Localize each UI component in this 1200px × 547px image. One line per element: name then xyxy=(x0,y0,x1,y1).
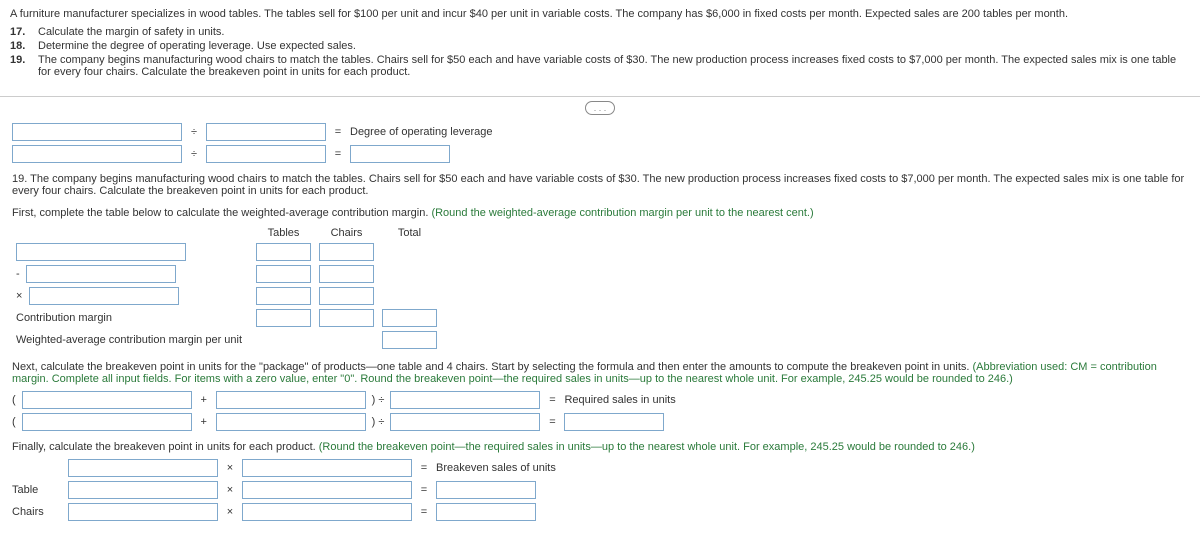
pkg-term1-select[interactable] xyxy=(22,391,192,409)
col-header-chairs: Chairs xyxy=(315,225,378,241)
equals-symbol: = xyxy=(418,462,430,474)
pkg-divisor-input[interactable] xyxy=(390,413,540,431)
lparen: ( xyxy=(12,394,16,406)
cm-input[interactable] xyxy=(382,309,437,327)
cm-row-times: × xyxy=(12,285,441,307)
question-row: 17. Calculate the margin of safety in un… xyxy=(10,26,1190,38)
pkg-formula-row-1: ( + ) ÷ = Required sales in units xyxy=(12,391,1188,409)
equals-symbol: = xyxy=(418,506,430,518)
cm-label: Contribution margin xyxy=(12,307,252,329)
cm-input[interactable] xyxy=(319,309,374,327)
equals-symbol: = xyxy=(332,148,344,160)
divide-symbol: ÷ xyxy=(188,148,200,160)
q19-restated: 19. The company begins manufacturing woo… xyxy=(12,173,1188,197)
chairs-factor2-input[interactable] xyxy=(242,503,412,521)
wacm-label: Weighted-average contribution margin per… xyxy=(12,329,252,351)
pager-pill[interactable]: . . . xyxy=(585,101,616,115)
question-number: 19. xyxy=(10,54,38,78)
dol-denominator-select[interactable] xyxy=(206,123,326,141)
dol-denominator-input[interactable] xyxy=(206,145,326,163)
problem-intro: A furniture manufacturer specializes in … xyxy=(10,8,1190,20)
table-label: Table xyxy=(12,484,62,496)
pkg-instructions: Next, calculate the breakeven point in u… xyxy=(12,361,1188,385)
final-factor2-select[interactable] xyxy=(242,459,412,477)
table-result-input[interactable] xyxy=(436,481,536,499)
question-text: Calculate the margin of safety in units. xyxy=(38,26,1190,38)
cm-instructions-hint: (Round the weighted-average contribution… xyxy=(431,207,813,219)
table-factor1-input[interactable] xyxy=(68,481,218,499)
cm-input[interactable] xyxy=(319,287,374,305)
cm-input[interactable] xyxy=(319,265,374,283)
cm-input[interactable] xyxy=(256,265,311,283)
divider xyxy=(0,96,1200,97)
scroll-area[interactable]: ÷ = Degree of operating leverage ÷ = 19.… xyxy=(0,123,1200,543)
pkg-instructions-main: Next, calculate the breakeven point in u… xyxy=(12,361,973,373)
question-row: 18. Determine the degree of operating le… xyxy=(10,40,1190,52)
cm-instructions: First, complete the table below to calcu… xyxy=(12,207,1188,219)
col-header-tables: Tables xyxy=(252,225,315,241)
final-instructions-main: Finally, calculate the breakeven point i… xyxy=(12,441,319,453)
cm-input[interactable] xyxy=(319,243,374,261)
table-factor2-input[interactable] xyxy=(242,481,412,499)
pkg-result-input[interactable] xyxy=(564,413,664,431)
pkg-divisor-select[interactable] xyxy=(390,391,540,409)
times-symbol: × xyxy=(224,484,236,496)
equals-symbol: = xyxy=(546,394,558,406)
col-header-total: Total xyxy=(378,225,441,241)
equals-symbol: = xyxy=(546,416,558,428)
question-text: Determine the degree of operating levera… xyxy=(38,40,1190,52)
cm-row-sale-price xyxy=(12,241,441,263)
pkg-result-label: Required sales in units xyxy=(564,394,675,406)
question-number: 17. xyxy=(10,26,38,38)
dol-row-2: ÷ = xyxy=(12,145,1188,163)
plus-symbol: + xyxy=(198,416,210,428)
equals-symbol: = xyxy=(332,126,344,138)
final-instructions-hint: (Round the breakeven point—the required … xyxy=(319,441,975,453)
rparen-div: ) ÷ xyxy=(372,394,385,406)
cm-row-contribution: Contribution margin xyxy=(12,307,441,329)
final-row-header: × = Breakeven sales of units xyxy=(12,459,1188,477)
equals-symbol: = xyxy=(418,484,430,496)
row-label-select[interactable] xyxy=(29,287,179,305)
divide-symbol: ÷ xyxy=(188,126,200,138)
dol-numerator-select[interactable] xyxy=(12,123,182,141)
question-number: 18. xyxy=(10,40,38,52)
final-row-chairs: Chairs × = xyxy=(12,503,1188,521)
plus-symbol: + xyxy=(198,394,210,406)
cm-instructions-main: First, complete the table below to calcu… xyxy=(12,207,431,219)
times-symbol: × xyxy=(224,462,236,474)
lparen: ( xyxy=(12,416,16,428)
cm-input[interactable] xyxy=(256,309,311,327)
times-symbol: × xyxy=(16,290,22,302)
dol-result-label: Degree of operating leverage xyxy=(350,126,492,138)
wacm-input[interactable] xyxy=(382,331,437,349)
pkg-term1-input[interactable] xyxy=(22,413,192,431)
final-result-label: Breakeven sales of units xyxy=(436,462,556,474)
pkg-term2-select[interactable] xyxy=(216,391,366,409)
minus-symbol: - xyxy=(16,268,20,280)
final-row-table: Table × = xyxy=(12,481,1188,499)
cm-input[interactable] xyxy=(256,243,311,261)
final-factor1-select[interactable] xyxy=(68,459,218,477)
cm-input[interactable] xyxy=(256,287,311,305)
row-label-select[interactable] xyxy=(26,265,176,283)
cm-table: Tables Chairs Total - × Contribution mar… xyxy=(12,225,441,351)
chairs-label: Chairs xyxy=(12,506,62,518)
dol-result-input[interactable] xyxy=(350,145,450,163)
dol-row-1: ÷ = Degree of operating leverage xyxy=(12,123,1188,141)
cm-row-minus: - xyxy=(12,263,441,285)
final-instructions: Finally, calculate the breakeven point i… xyxy=(12,441,1188,453)
times-symbol: × xyxy=(224,506,236,518)
chairs-factor1-input[interactable] xyxy=(68,503,218,521)
cm-row-wacm: Weighted-average contribution margin per… xyxy=(12,329,441,351)
row-label-select[interactable] xyxy=(16,243,186,261)
pkg-term2-input[interactable] xyxy=(216,413,366,431)
chairs-result-input[interactable] xyxy=(436,503,536,521)
rparen-div: ) ÷ xyxy=(372,416,385,428)
pager[interactable]: . . . xyxy=(0,101,1200,115)
question-text: The company begins manufacturing wood ch… xyxy=(38,54,1190,78)
question-row: 19. The company begins manufacturing woo… xyxy=(10,54,1190,78)
pkg-formula-row-2: ( + ) ÷ = xyxy=(12,413,1188,431)
dol-numerator-input[interactable] xyxy=(12,145,182,163)
